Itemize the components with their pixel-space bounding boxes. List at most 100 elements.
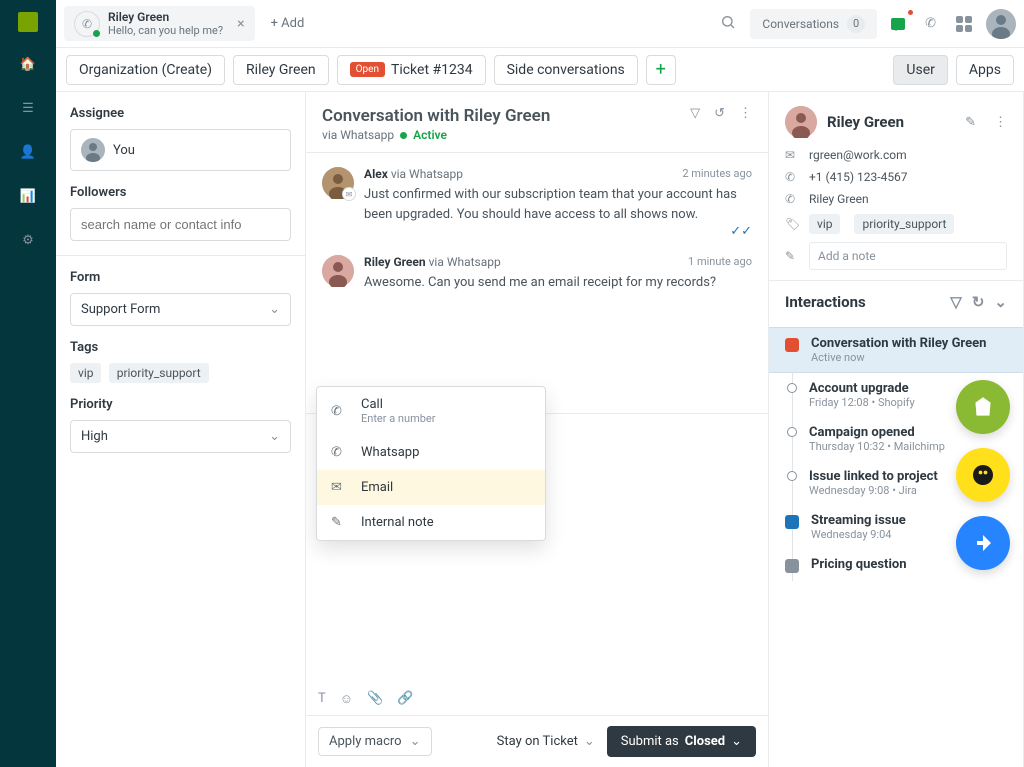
channel-menu-whatsapp[interactable]: ✆ Whatsapp (317, 435, 545, 470)
mailchimp-button[interactable] (956, 448, 1010, 502)
history-icon[interactable]: ↺ (714, 106, 725, 121)
main-area: ✆ Riley Green Hello, can you help me? × … (56, 0, 1024, 767)
interaction-sub: Friday 12:08 • Shopify (809, 396, 915, 409)
message-text: Just confirmed with our subscription tea… (364, 185, 752, 224)
interaction-title: Pricing question (811, 557, 907, 572)
note-icon: ✎ (785, 249, 799, 263)
message-via: via Whatsapp (429, 255, 501, 269)
ticket-fields-panel: Assignee You Followers Form Support Form… (56, 92, 306, 767)
interaction-sub: Wednesday 9:04 (811, 528, 906, 541)
ticket-label: Ticket #1234 (391, 62, 473, 78)
status-dot-icon (400, 132, 407, 139)
nav-home-icon[interactable]: 🏠 (16, 52, 40, 76)
app-logo (18, 12, 38, 32)
call-icon[interactable]: ✆ (919, 10, 942, 37)
apps-grid-icon[interactable] (950, 10, 978, 38)
tab-side-conversations[interactable]: Side conversations (494, 55, 638, 85)
tab-apps[interactable]: Apps (956, 55, 1014, 85)
user-avatar[interactable] (986, 9, 1016, 39)
email-icon: ✉ (785, 148, 799, 162)
conversation-tab[interactable]: ✆ Riley Green Hello, can you help me? × (64, 6, 255, 41)
channel-menu-internal-note[interactable]: ✎ Internal note (317, 505, 545, 540)
submit-prefix: Submit as (621, 734, 679, 749)
submit-button[interactable]: Submit as Closed ⌄ (607, 726, 756, 757)
phone-icon: ✆ (785, 170, 799, 184)
conversation-tab-subtitle: Hello, can you help me? (108, 24, 223, 37)
channel-call-label: Call (361, 397, 435, 412)
chevron-down-icon[interactable]: ⌄ (994, 293, 1007, 311)
nav-reports-icon[interactable]: 📊 (16, 184, 40, 208)
jira-button[interactable] (956, 516, 1010, 570)
chevron-down-icon: ⌄ (410, 734, 421, 749)
channel-menu-call[interactable]: ✆ CallEnter a number (317, 387, 545, 435)
interactions-header: Interactions ▽ ↻ ⌄ (769, 280, 1023, 323)
stay-on-ticket-select[interactable]: Stay on Ticket ⌄ (497, 734, 595, 749)
tags-container: vip priority_support (70, 363, 291, 383)
emoji-icon[interactable]: ☺ (340, 691, 353, 707)
integration-buttons (956, 380, 1010, 570)
nav-admin-icon[interactable]: ⚙ (16, 228, 40, 252)
content: Assignee You Followers Form Support Form… (56, 92, 1024, 767)
conversations-button[interactable]: Conversations 0 (750, 9, 877, 39)
tag-chip[interactable]: priority_support (109, 363, 209, 383)
tabs-row: Organization (Create) Riley Green Open T… (56, 48, 1024, 92)
profile-email: rgreen@work.com (809, 148, 907, 162)
note-icon: ✎ (331, 515, 349, 530)
tab-organization[interactable]: Organization (Create) (66, 55, 225, 85)
shopify-button[interactable] (956, 380, 1010, 434)
event-dot-icon (787, 471, 797, 481)
refresh-icon[interactable]: ↻ (972, 293, 985, 311)
tag-chip[interactable]: vip (70, 363, 101, 383)
nav-customers-icon[interactable]: 👤 (16, 140, 40, 164)
add-tab-button[interactable]: + Add (263, 10, 313, 37)
assignee-field[interactable]: You (70, 129, 291, 171)
event-dot-icon (787, 427, 797, 437)
add-note-input[interactable]: Add a note (809, 242, 1007, 270)
text-format-icon[interactable]: T (318, 691, 326, 707)
messages-icon[interactable] (885, 12, 911, 36)
interaction-sub: Active now (811, 351, 986, 364)
followers-label: Followers (70, 185, 291, 200)
message-avatar (322, 255, 354, 287)
followers-search[interactable] (81, 217, 280, 232)
stay-label: Stay on Ticket (497, 734, 578, 749)
profile-whatsapp: Riley Green (809, 192, 869, 206)
close-icon[interactable]: × (237, 16, 244, 32)
tab-ticket[interactable]: Open Ticket #1234 (337, 55, 486, 85)
add-side-conversation-button[interactable]: + (646, 55, 676, 85)
composer-toolbar: T ☺ 📎 🔗 (306, 683, 768, 715)
attachment-icon[interactable]: 📎 (367, 691, 383, 707)
interaction-title: Issue linked to project (809, 469, 938, 484)
channel-menu-email[interactable]: ✉ Email (317, 470, 545, 505)
more-icon[interactable]: ⋮ (994, 115, 1007, 130)
assignee-value: You (113, 143, 135, 158)
filter-icon[interactable]: ▽ (690, 106, 700, 121)
message-author: Riley Green (364, 255, 426, 269)
profile-tag[interactable]: priority_support (854, 214, 954, 234)
channel-note-label: Internal note (361, 515, 434, 530)
channel-whatsapp-label: Whatsapp (361, 445, 419, 460)
channel-menu: ✆ CallEnter a number ✆ Whatsapp ✉ Email … (316, 386, 546, 541)
nav-views-icon[interactable]: ☰ (16, 96, 40, 120)
tab-user[interactable]: User (893, 55, 947, 85)
more-icon[interactable]: ⋮ (739, 106, 752, 121)
message-text: Awesome. Can you send me an email receip… (364, 273, 752, 293)
channel-call-sub: Enter a number (361, 412, 435, 425)
tab-person[interactable]: Riley Green (233, 55, 329, 85)
macro-select[interactable]: Apply macro ⌄ (318, 727, 432, 756)
edit-icon[interactable]: ✎ (965, 115, 976, 130)
submit-status: Closed (685, 734, 725, 749)
interaction-item[interactable]: Conversation with Riley GreenActive now (769, 327, 1023, 373)
whatsapp-icon: ✆ (785, 192, 799, 206)
channel-badge-icon: ✉ (342, 187, 356, 201)
form-value: Support Form (81, 302, 160, 317)
followers-input[interactable] (70, 208, 291, 241)
channel-email-label: Email (361, 480, 393, 495)
filter-icon[interactable]: ▽ (950, 293, 962, 311)
conversation-tab-title: Riley Green (108, 10, 223, 24)
form-select[interactable]: Support Form ⌄ (70, 293, 291, 326)
search-icon[interactable] (714, 8, 742, 40)
link-icon[interactable]: 🔗 (397, 691, 413, 707)
priority-select[interactable]: High ⌄ (70, 420, 291, 453)
profile-tag[interactable]: vip (809, 214, 840, 234)
